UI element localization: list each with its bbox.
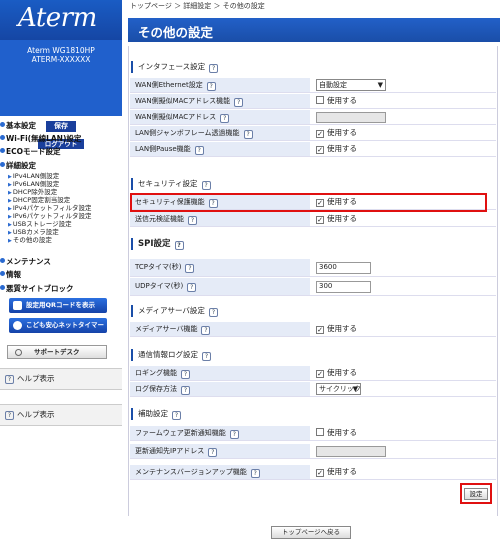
help-icon[interactable]: ? xyxy=(209,64,219,73)
support-desk-button[interactable]: サポートデスク xyxy=(7,345,107,359)
help-icon[interactable]: ? xyxy=(243,130,253,139)
bullet-icon xyxy=(0,258,5,263)
save-button[interactable]: 保存 xyxy=(45,120,77,133)
help-icon[interactable]: ? xyxy=(250,469,260,478)
jumbo-frame-checkbox[interactable]: ✓ xyxy=(316,130,324,138)
help-icon: ? xyxy=(5,375,14,384)
highlight-box xyxy=(130,193,487,212)
row-wan-pseudo-mac-address: WAN側擬似MACアドレス? xyxy=(130,110,496,125)
triangle-icon: ▶ xyxy=(8,238,12,244)
page-title: その他の設定 xyxy=(138,25,214,40)
help-icon[interactable]: ? xyxy=(208,448,218,457)
bullet-icon xyxy=(0,135,5,140)
help-icon[interactable]: ? xyxy=(172,411,181,420)
kids-timer-icon xyxy=(13,321,22,330)
nav-eco-settings[interactable]: ECOモード設定 xyxy=(0,147,61,157)
nav-malicious-site-block[interactable]: 悪質サイトブロック xyxy=(0,284,74,294)
row-logging: ロギング機能? ✓ 使用する xyxy=(130,366,496,381)
logging-checkbox[interactable]: ✓ xyxy=(316,370,324,378)
tcp-timer-input[interactable]: 3600 xyxy=(316,262,371,274)
apply-button[interactable]: 設定 xyxy=(464,488,488,500)
log-save-method-select[interactable]: サイクリック ▼ xyxy=(316,383,361,395)
sidebar: Aterm Aterm WG1810HP ATERM-XXXXXX 保存 ログア… xyxy=(0,0,122,553)
help-icon[interactable]: ? xyxy=(188,216,197,225)
chevron-down-icon: ▼ xyxy=(377,81,383,89)
row-source-verification: 送信元検証機能? ✓ 使用する xyxy=(130,212,496,227)
wan-ethernet-select[interactable]: 自動設定 ▼ xyxy=(316,79,386,91)
section-auxiliary: 補助設定? xyxy=(130,408,496,420)
support-icon xyxy=(15,349,22,356)
chevron-down-icon: ▼ xyxy=(352,385,358,393)
wan-pseudo-mac-input[interactable] xyxy=(316,112,386,123)
bullet-icon xyxy=(0,122,5,127)
help-icon[interactable]: ? xyxy=(187,283,197,292)
row-lan-pause: LAN側Pause機能? ✓ 使用する xyxy=(130,142,496,157)
row-log-save-method: ログ保存方法? サイクリック ▼ xyxy=(130,382,496,397)
row-wan-pseudo-mac: WAN側擬似MACアドレス機能? 使用する xyxy=(130,94,496,109)
help-icon[interactable]: ? xyxy=(174,241,184,250)
section-media-server: メディアサーバ設定? xyxy=(130,305,496,317)
udp-timer-input[interactable]: 300 xyxy=(316,281,371,293)
row-firmware-notify: ファームウェア更新通知機能? 使用する xyxy=(130,426,496,441)
help-icon[interactable]: ? xyxy=(181,386,190,395)
aterm-logo: Aterm xyxy=(18,3,97,33)
nav-wifi-settings[interactable]: Wi-Fi(無線LAN)設定 xyxy=(0,134,81,144)
help-icon[interactable]: ? xyxy=(229,430,239,439)
section-security: セキュリティ設定? xyxy=(130,178,496,190)
nav-info[interactable]: 情報 xyxy=(0,270,21,280)
bullet-icon xyxy=(0,285,5,290)
nav-basic-settings[interactable]: 基本設定 xyxy=(0,121,36,131)
help-icon[interactable]: ? xyxy=(181,370,190,379)
breadcrumb[interactable]: トップページ ＞ 詳細設定 ＞ その他の設定 xyxy=(130,1,265,11)
section-spi: SPI設定? xyxy=(130,238,496,250)
help-icon[interactable]: ? xyxy=(201,181,211,190)
bullet-icon xyxy=(0,162,5,167)
device-name: ATERM-XXXXXX xyxy=(31,55,91,64)
lan-pause-checkbox[interactable]: ✓ xyxy=(316,146,324,154)
row-media-server: メディアサーバ機能? ✓ 使用する xyxy=(130,322,496,337)
nav-maintenance[interactable]: メンテナンス xyxy=(0,257,51,267)
device-info-panel: Aterm WG1810HP ATERM-XXXXXX 保存 ログアウト xyxy=(0,40,122,150)
row-tcp-timer: TCPタイマ(秒)? 3600 xyxy=(130,259,496,277)
wan-pseudo-mac-checkbox[interactable] xyxy=(316,96,324,104)
section-interface: インタフェース設定? xyxy=(130,61,496,73)
help-icon[interactable]: ? xyxy=(202,352,211,361)
help-toggle-1[interactable]: ? ヘルプ表示 xyxy=(0,368,122,390)
qr-code-button[interactable]: 設定用QRコードを表示 xyxy=(9,298,107,313)
row-notify-ip: 更新通知先IPアドレス? xyxy=(130,444,496,459)
row-wan-ethernet: WAN側Ethernet設定? 自動設定 ▼ xyxy=(130,78,496,93)
kids-timer-button[interactable]: こども安心ネットタイマー xyxy=(9,318,107,333)
row-jumbo-frame: LAN側ジャンボフレーム透過機能? ✓ 使用する xyxy=(130,126,496,141)
title-bar: その他の設定 xyxy=(128,18,500,42)
source-verification-checkbox[interactable]: ✓ xyxy=(316,216,324,224)
help-icon: ? xyxy=(5,411,14,420)
section-log: 通信情報ログ設定? xyxy=(130,349,496,361)
subnav-other-settings[interactable]: ▶その他の設定 xyxy=(8,236,52,245)
nav-advanced-settings[interactable]: 詳細設定 xyxy=(0,161,36,171)
back-to-top-button[interactable]: トップページへ戻る xyxy=(271,526,351,539)
bullet-icon xyxy=(0,148,5,153)
notify-ip-input[interactable] xyxy=(316,446,386,457)
media-server-checkbox[interactable]: ✓ xyxy=(316,326,324,334)
row-maintenance-upgrade: メンテナンスバージョンアップ機能? ✓ 使用する xyxy=(130,465,496,480)
help-icon[interactable]: ? xyxy=(234,98,244,107)
logo-banner: Aterm xyxy=(0,0,122,40)
qr-code-icon xyxy=(13,301,22,310)
help-icon[interactable]: ? xyxy=(194,146,204,155)
device-model: Aterm WG1810HP xyxy=(27,46,95,55)
help-icon[interactable]: ? xyxy=(206,82,216,91)
help-icon[interactable]: ? xyxy=(220,114,230,123)
maintenance-upgrade-checkbox[interactable]: ✓ xyxy=(316,469,324,477)
help-toggle-2[interactable]: ? ヘルプ表示 xyxy=(0,404,122,426)
help-icon[interactable]: ? xyxy=(201,326,211,335)
bullet-icon xyxy=(0,271,5,276)
row-udp-timer: UDPタイマ(秒)? 300 xyxy=(130,278,496,296)
help-icon[interactable]: ? xyxy=(208,308,218,317)
help-icon[interactable]: ? xyxy=(185,264,195,273)
firmware-notify-checkbox[interactable] xyxy=(316,428,324,436)
